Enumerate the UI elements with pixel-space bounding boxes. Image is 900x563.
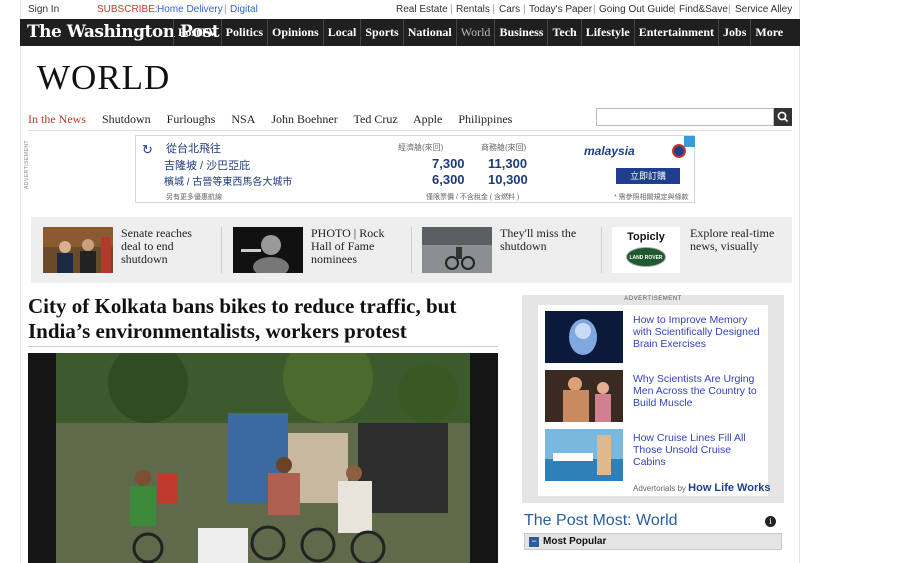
- topicly-sponsor-logo: Topicly LAND ROVER: [612, 227, 680, 273]
- ad-row2-economy: 6,300: [432, 172, 465, 187]
- collapse-icon[interactable]: −: [529, 537, 539, 547]
- teaser-text[interactable]: Explore real-time news, visually: [690, 227, 780, 253]
- teaser-text[interactable]: PHOTO | Rock Hall of Fame nominees: [311, 227, 401, 266]
- article-headline[interactable]: City of Kolkata bans bikes to reduce tra…: [28, 294, 508, 344]
- topic-bar: In the News Shutdown Furloughs NSA John …: [28, 112, 525, 127]
- ad-row1-business: 11,300: [488, 156, 528, 171]
- nav-item-national[interactable]: National: [402, 19, 456, 46]
- teaser-text[interactable]: They'll miss the shutdown: [500, 227, 590, 253]
- teaser-thumbnail: [422, 227, 492, 273]
- search-icon: [777, 111, 789, 123]
- topic-link-apple[interactable]: Apple: [413, 112, 442, 126]
- right-ad-module: ADVERTISEMENT How to Improve Memory with…: [522, 295, 784, 503]
- nav-item-lifestyle[interactable]: Lifestyle: [580, 19, 634, 46]
- ad-row1-economy: 7,300: [432, 156, 465, 171]
- info-icon[interactable]: i: [765, 516, 776, 527]
- advertorial-link[interactable]: How to Improve Memory with Scientificall…: [633, 314, 763, 350]
- refresh-icon: ↻: [142, 142, 153, 157]
- advertorial-thumbnail: [545, 370, 623, 422]
- divider: [28, 346, 498, 347]
- in-the-news-label: In the News: [28, 112, 86, 126]
- search-input[interactable]: [596, 108, 774, 126]
- topic-link-furloughs[interactable]: Furloughs: [167, 112, 216, 126]
- topic-link-ted-cruz[interactable]: Ted Cruz: [354, 112, 398, 126]
- advertorial-thumbnail: [545, 429, 623, 481]
- nav-item-jobs[interactable]: Jobs: [718, 19, 750, 46]
- advertorial-link[interactable]: How Cruise Lines Fill All Those Unsold C…: [633, 432, 763, 468]
- topic-link-nsa[interactable]: NSA: [231, 112, 255, 126]
- nav-item-posttv[interactable]: PostTV: [173, 19, 221, 46]
- teaser-thumbnail: [233, 227, 303, 273]
- ad-label: ADVERTISEMENT: [24, 140, 30, 189]
- land-rover-label: LAND ROVER: [629, 255, 663, 261]
- ad-row1-dest: 吉隆坡 / 沙巴亞庇: [164, 160, 251, 172]
- advertorial-thumbnail: [545, 311, 623, 363]
- ad-col-economy: 經濟艙(來回): [398, 143, 444, 152]
- land-rover-badge: LAND ROVER: [626, 247, 666, 267]
- ad-banner[interactable]: ↻ 從台北飛往 經濟艙(來回) 商務艙(來回) 吉隆坡 / 沙巴亞庇 7,300…: [135, 135, 695, 203]
- teaser-strip: Senate reaches deal to end shutdown PHOT…: [31, 217, 792, 283]
- article-photo[interactable]: [28, 353, 498, 563]
- nav-item-opinions[interactable]: Opinions: [267, 19, 323, 46]
- topic-link-philippines[interactable]: Philippines: [458, 112, 512, 126]
- section-title: WORLD: [37, 58, 171, 97]
- topic-link-john-boehner[interactable]: John Boehner: [271, 112, 337, 126]
- ad-brand-logo: malaysia: [584, 144, 635, 158]
- most-popular-tab[interactable]: − Most Popular: [524, 533, 782, 550]
- nav-item-tech[interactable]: Tech: [547, 19, 580, 46]
- ad-col-business: 商務艙(來回): [481, 143, 527, 152]
- nav-item-world[interactable]: World: [455, 19, 495, 46]
- article-photo-image: [56, 353, 470, 563]
- adchoices-icon[interactable]: [684, 136, 695, 147]
- teaser-text[interactable]: Senate reaches deal to end shutdown: [121, 227, 211, 266]
- topicly-label: Topicly: [627, 231, 665, 243]
- main-nav: The Washington Post PostTV Politics Opin…: [20, 19, 800, 46]
- topic-link-shutdown[interactable]: Shutdown: [102, 112, 151, 126]
- search-button[interactable]: [774, 108, 792, 126]
- advertorial-item[interactable]: How Cruise Lines Fill All Those Unsold C…: [545, 429, 761, 481]
- advertorial-link[interactable]: Why Scientists Are Urging Men Across the…: [633, 373, 763, 409]
- teaser-thumbnail: [43, 227, 113, 273]
- ad-label: ADVERTISEMENT: [624, 296, 682, 302]
- nav-item-entertainment[interactable]: Entertainment: [633, 19, 718, 46]
- ad-row2-dest: 檳城 / 古晉等東西馬各大城市: [164, 177, 293, 188]
- nav-items: PostTV Politics Opinions Local Sports Na…: [173, 19, 787, 46]
- divider: [221, 227, 222, 273]
- ad-footnote-left: 另有更多優惠航線: [166, 194, 222, 201]
- advertorial-footer-prefix: Advertorials by: [633, 484, 686, 493]
- ad-cta-button[interactable]: 立即訂購: [616, 168, 680, 184]
- advertorial-box: How to Improve Memory with Scientificall…: [538, 305, 770, 496]
- ad-from: 從台北飛往: [166, 143, 221, 155]
- most-popular-label: Most Popular: [543, 536, 607, 547]
- ad-footnote-right: * 需參照相關規定與條款: [614, 194, 689, 201]
- divider: [411, 227, 412, 273]
- advertorial-item[interactable]: Why Scientists Are Urging Men Across the…: [545, 370, 761, 422]
- divider: [28, 130, 792, 131]
- advertorial-item[interactable]: How to Improve Memory with Scientificall…: [545, 311, 761, 363]
- nav-item-sports[interactable]: Sports: [360, 19, 402, 46]
- advertorial-footer-brand[interactable]: How Life Works: [688, 482, 770, 494]
- advertorial-footer: Advertorials by How Life Works: [633, 482, 770, 494]
- nav-item-local[interactable]: Local: [322, 19, 361, 46]
- nav-item-politics[interactable]: Politics: [220, 19, 267, 46]
- nav-item-business[interactable]: Business: [494, 19, 547, 46]
- ad-footnote-mid: 僅限票價 / 不含稅金 ( 含燃料 ): [426, 194, 520, 201]
- nav-item-more[interactable]: More: [750, 19, 787, 46]
- ad-row2-business: 10,300: [488, 172, 528, 187]
- post-most-title: The Post Most: World: [524, 512, 678, 529]
- divider: [601, 227, 602, 273]
